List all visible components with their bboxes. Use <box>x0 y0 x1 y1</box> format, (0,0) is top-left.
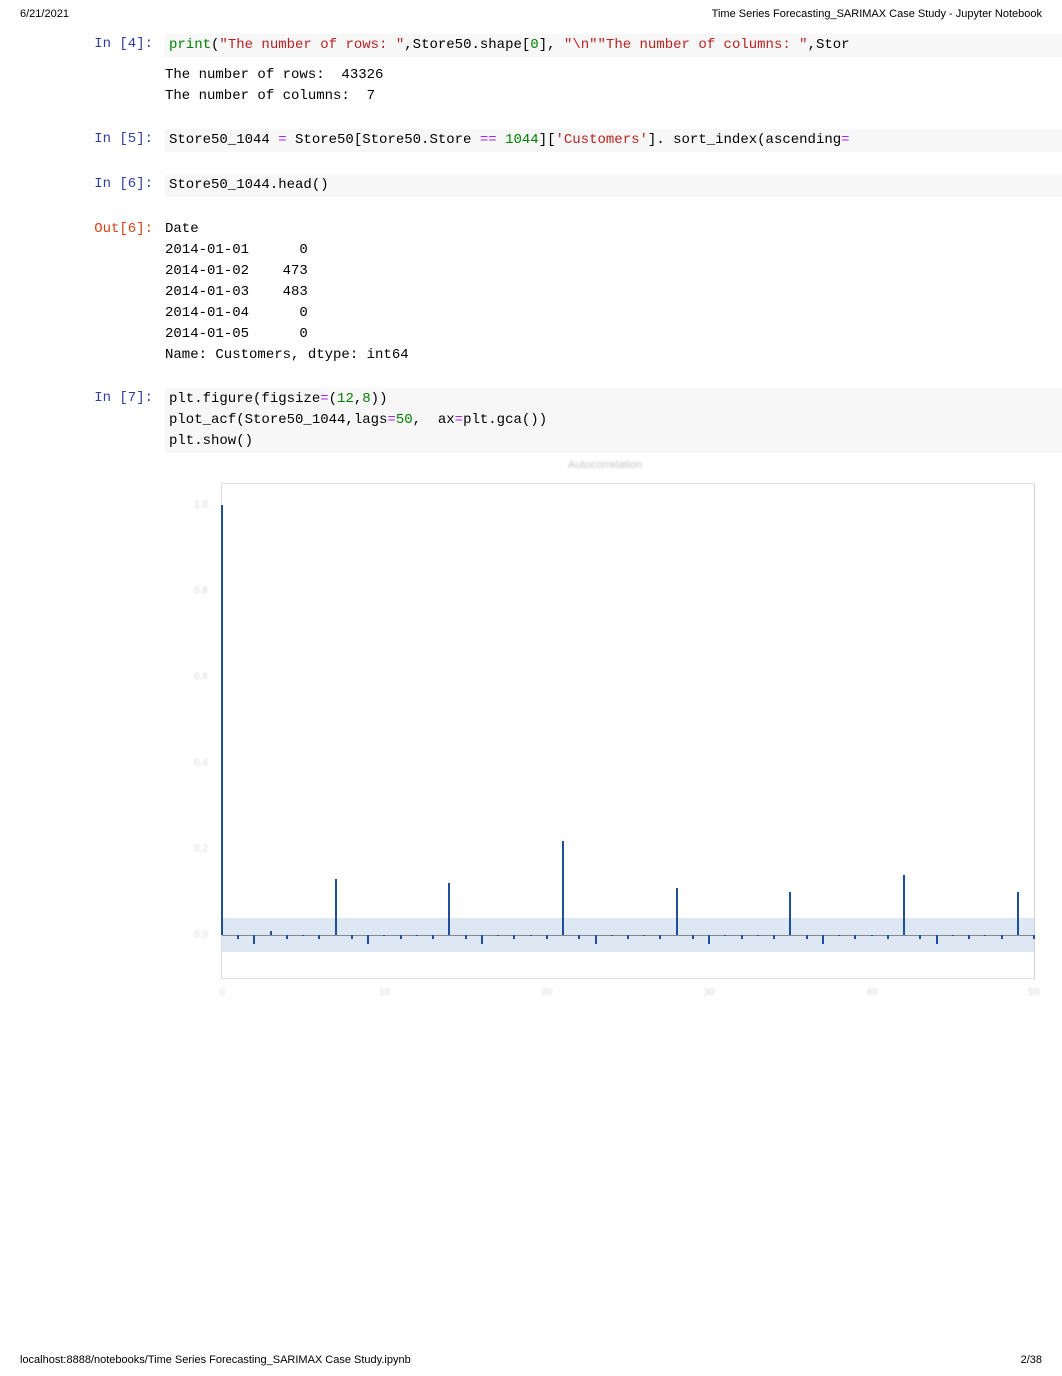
acf-bar-lag-20 <box>546 935 548 939</box>
prompt-out-6: Out[6]: <box>60 219 165 366</box>
acf-bar-lag-3 <box>270 931 272 935</box>
acf-bar-lag-50 <box>1033 935 1035 939</box>
acf-bar-lag-42 <box>903 875 905 935</box>
acf-bar-lag-41 <box>887 935 889 939</box>
acf-bar-lag-30 <box>708 935 710 944</box>
chart-title: Autocorrelation <box>568 459 642 471</box>
prompt-in-7: In [7]: <box>60 388 165 1019</box>
output-out-6: Date 2014-01-01 0 2014-01-02 473 2014-01… <box>165 219 1062 366</box>
acf-bar-lag-28 <box>676 888 678 935</box>
acf-bar-lag-23 <box>595 935 597 944</box>
footer-page: 2/38 <box>1021 1354 1042 1366</box>
acf-bar-lag-29 <box>692 935 694 939</box>
acf-bar-lag-14 <box>448 883 450 935</box>
acf-bar-lag-0 <box>221 505 223 935</box>
acf-chart: Autocorrelation 0.00.20.40.60.81.0 01020… <box>165 459 1045 1019</box>
acf-bar-lag-1 <box>237 935 239 939</box>
notebook-content: In [4]: print("The number of rows: ",Sto… <box>0 24 1062 1019</box>
acf-bar-lag-32 <box>741 935 743 939</box>
acf-bar-lag-31 <box>724 935 726 936</box>
cell-in-6: In [6]: Store50_1044.head() <box>60 174 1062 197</box>
acf-bar-lag-39 <box>854 935 856 939</box>
acf-bar-lag-47 <box>984 935 986 936</box>
acf-bar-lag-33 <box>757 935 759 936</box>
acf-bar-lag-9 <box>367 935 369 944</box>
code-cell-6[interactable]: Store50_1044.head() <box>165 174 1062 197</box>
page-header: 6/21/2021 Time Series Forecasting_SARIMA… <box>0 0 1062 24</box>
code-cell-7[interactable]: plt.figure(figsize=(12,8)) plot_acf(Stor… <box>165 388 1062 453</box>
acf-bar-lag-16 <box>481 935 483 944</box>
acf-bar-lag-46 <box>968 935 970 939</box>
acf-bar-lag-38 <box>838 935 840 936</box>
acf-bar-lag-19 <box>530 935 532 936</box>
cell-out-6: Out[6]: Date 2014-01-01 0 2014-01-02 473… <box>60 219 1062 366</box>
acf-bar-lag-45 <box>952 935 954 936</box>
acf-bar-lag-15 <box>465 935 467 939</box>
prompt-in-4: In [4]: <box>60 34 165 107</box>
acf-bar-lag-34 <box>773 935 775 939</box>
acf-bar-lag-35 <box>789 892 791 935</box>
acf-bar-lag-21 <box>562 841 564 936</box>
output-cell-4: The number of rows: 43326 The number of … <box>165 65 1062 107</box>
acf-bar-lag-48 <box>1001 935 1003 939</box>
acf-bar-lag-7 <box>335 879 337 935</box>
code-cell-5[interactable]: Store50_1044 = Store50[Store50.Store == … <box>165 129 1062 152</box>
code-cell-4[interactable]: print("The number of rows: ",Store50.sha… <box>165 34 1062 57</box>
acf-bar-lag-37 <box>822 935 824 944</box>
acf-bar-lag-17 <box>497 935 499 936</box>
acf-bar-lag-40 <box>871 935 873 936</box>
acf-bar-lag-6 <box>318 935 320 939</box>
page-footer: localhost:8888/notebooks/Time Series For… <box>20 1354 1042 1366</box>
acf-bar-lag-24 <box>611 935 613 936</box>
cell-in-4: In [4]: print("The number of rows: ",Sto… <box>60 34 1062 107</box>
cell-in-5: In [5]: Store50_1044 = Store50[Store50.S… <box>60 129 1062 152</box>
acf-bar-lag-12 <box>416 935 418 936</box>
prompt-in-5: In [5]: <box>60 129 165 152</box>
acf-bar-lag-5 <box>302 935 304 936</box>
acf-bar-lag-10 <box>383 935 385 936</box>
acf-bar-lag-4 <box>286 935 288 939</box>
acf-bar-lag-25 <box>627 935 629 939</box>
acf-bar-lag-43 <box>919 935 921 939</box>
acf-bar-lag-8 <box>351 935 353 939</box>
header-title: Time Series Forecasting_SARIMAX Case Stu… <box>712 8 1042 20</box>
acf-bar-lag-22 <box>578 935 580 939</box>
prompt-in-6: In [6]: <box>60 174 165 197</box>
acf-bar-lag-18 <box>513 935 515 939</box>
acf-bar-lag-36 <box>806 935 808 939</box>
acf-bar-lag-44 <box>936 935 938 944</box>
cell-in-7: In [7]: plt.figure(figsize=(12,8)) plot_… <box>60 388 1062 1019</box>
header-date: 6/21/2021 <box>20 8 69 20</box>
footer-url: localhost:8888/notebooks/Time Series For… <box>20 1354 411 1366</box>
acf-bar-lag-11 <box>400 935 402 939</box>
acf-bar-lag-2 <box>253 935 255 944</box>
plot-box: 0.00.20.40.60.81.0 01020304050 <box>221 483 1035 979</box>
acf-bar-lag-27 <box>659 935 661 939</box>
acf-bar-lag-26 <box>643 935 645 936</box>
acf-bar-lag-13 <box>432 935 434 939</box>
acf-bar-lag-49 <box>1017 892 1019 935</box>
